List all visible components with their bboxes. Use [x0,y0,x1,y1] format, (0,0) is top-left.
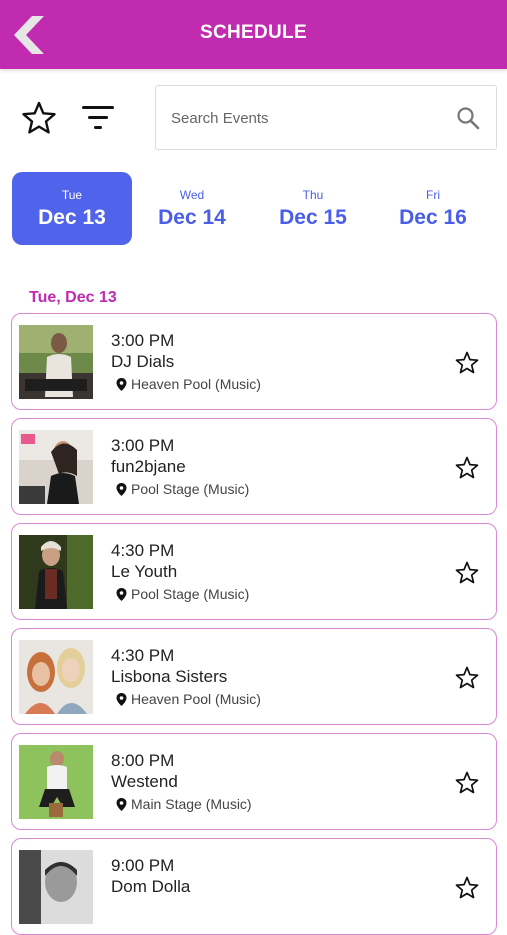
app-header: SCHEDULE [0,0,507,69]
section-heading: Tue, Dec 13 [29,289,117,306]
event-time: 3:00 PM [111,436,175,455]
tab-date: Dec 15 [279,206,347,229]
tab-weekday: Wed [179,188,205,202]
star-outline-icon[interactable] [22,101,56,135]
star-icon[interactable] [455,771,479,794]
event-name: Dom Dolla [111,877,191,896]
tab-date: Dec 14 [158,206,226,229]
event-name: fun2bjane [111,457,186,476]
event-thumbnail [19,535,93,609]
event-time: 4:30 PM [111,541,175,560]
event-time: 9:00 PM [111,856,175,875]
map-pin-icon [116,693,127,706]
tab-dec-15[interactable]: Thu Dec 15 [253,172,373,245]
tab-date: Dec 16 [399,206,467,229]
event-thumbnail [19,850,93,924]
star-icon[interactable] [455,456,479,479]
map-pin-icon [116,378,127,391]
event-venue: Heaven Pool (Music) [131,691,261,707]
event-time: 8:00 PM [111,751,175,770]
filter-icon[interactable] [80,103,116,133]
page-title: SCHEDULE [200,22,307,43]
tab-dec-13[interactable]: Tue Dec 13 [12,172,132,245]
event-name: Lisbona Sisters [111,667,228,686]
tab-weekday: Fri [426,188,440,202]
event-thumbnail [19,640,93,714]
tab-weekday: Tue [61,188,83,202]
star-icon[interactable] [455,876,479,899]
event-thumbnail [19,745,93,819]
event-thumbnail [19,430,93,504]
tab-dec-16[interactable]: Fri Dec 16 [373,172,493,245]
event-name: Westend [111,772,178,791]
event-name: Le Youth [111,562,178,581]
event-card[interactable]: 3:00 PM DJ Dials Heaven Pool (Music) [11,313,497,410]
event-card[interactable]: 4:30 PM Lisbona Sisters Heaven Pool (Mus… [11,628,497,725]
event-venue: Main Stage (Music) [131,796,252,812]
event-venue: Pool Stage (Music) [131,481,250,497]
star-icon[interactable] [455,561,479,584]
event-name: DJ Dials [111,352,175,371]
tab-dec-14[interactable]: Wed Dec 14 [132,172,252,245]
event-thumbnail [19,325,93,399]
event-card[interactable]: 4:30 PM Le Youth Pool Stage (Music) [11,523,497,620]
event-venue: Pool Stage (Music) [131,586,250,602]
map-pin-icon [116,588,127,601]
search-input[interactable] [169,86,443,151]
event-card[interactable]: 9:00 PM Dom Dolla [11,838,497,935]
event-time: 4:30 PM [111,646,175,665]
event-card[interactable]: 3:00 PM fun2bjane Pool Stage (Music) [11,418,497,515]
event-venue: Heaven Pool (Music) [131,376,261,392]
event-time: 3:00 PM [111,331,175,350]
star-icon[interactable] [455,666,479,689]
star-icon[interactable] [455,351,479,374]
tab-weekday: Thu [302,188,324,202]
search-box [155,85,497,151]
map-pin-icon [116,483,127,496]
map-pin-icon [116,798,127,811]
search-icon[interactable] [456,106,480,130]
tab-date: Dec 13 [38,206,106,229]
event-card[interactable]: 8:00 PM Westend Main Stage (Music) [11,733,497,830]
